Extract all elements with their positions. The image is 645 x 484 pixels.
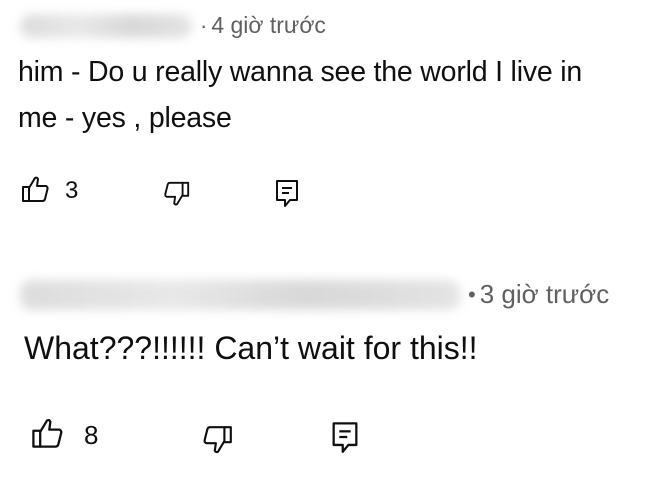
- comment-item: • 3 giờ trước What???!!!!!! Can’t wait f…: [0, 0, 645, 454]
- like-count: 8: [84, 420, 99, 450]
- comment-timestamp[interactable]: 3 giờ trước: [480, 279, 610, 310]
- thumbs-down-icon[interactable]: [202, 424, 234, 456]
- thumbs-up-icon[interactable]: [30, 416, 64, 450]
- comment-text-line: What???!!!!!! Can’t wait for this!!: [24, 330, 478, 366]
- comment-actions: 8: [0, 414, 645, 454]
- separator-dot: •: [468, 281, 476, 307]
- comment-header: • 3 giờ trước: [20, 279, 609, 310]
- author-name-blurred[interactable]: [20, 279, 460, 310]
- reply-icon[interactable]: [330, 420, 360, 454]
